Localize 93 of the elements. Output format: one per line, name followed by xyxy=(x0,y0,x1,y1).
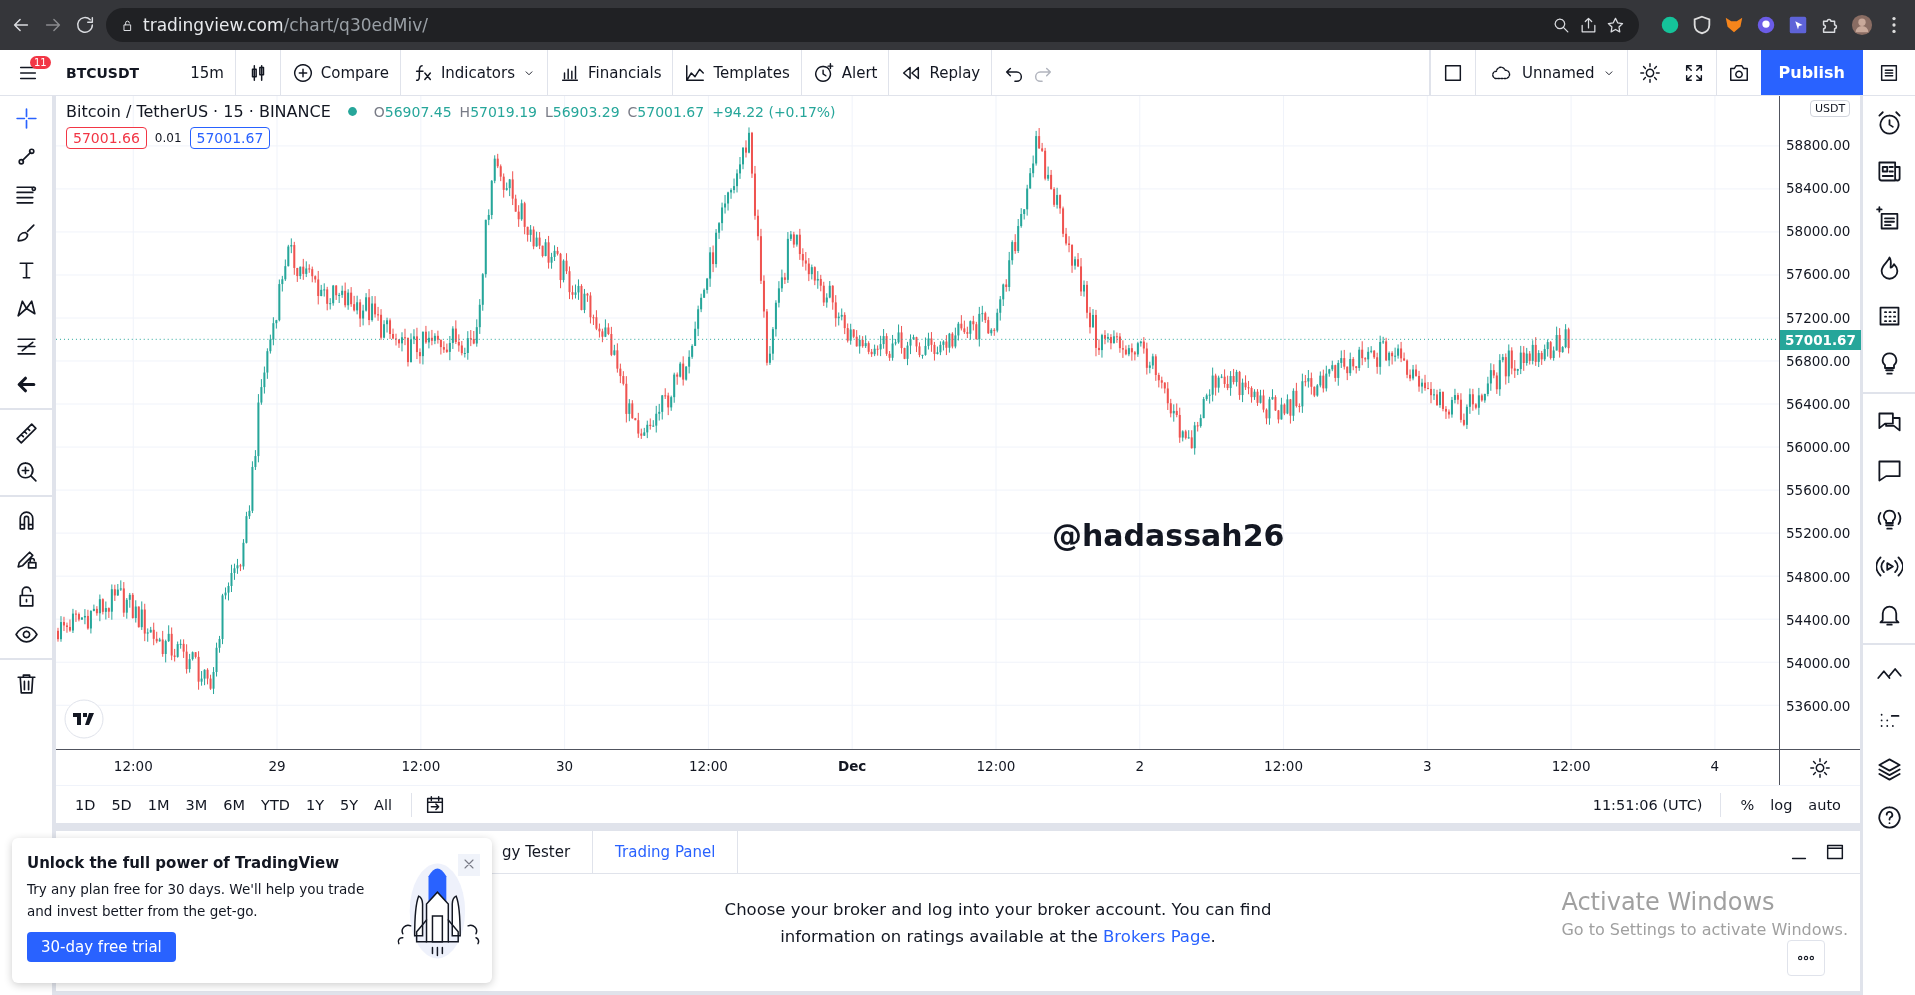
promo-text: Try any plan free for 30 days. We'll help you trade and invest better from the get-go. xyxy=(27,880,366,921)
symbol-title: Bitcoin / TetherUS · 15 · BINANCE xyxy=(66,102,331,121)
price-label: 54800.00 xyxy=(1786,568,1851,585)
price-label: 53600.00 xyxy=(1786,697,1851,714)
range-button[interactable]: 5D xyxy=(104,792,139,817)
promo-title: Unlock the full power of TradingView xyxy=(27,854,340,872)
time-label: 12:00 xyxy=(113,758,153,775)
range-button[interactable]: All xyxy=(367,792,400,817)
replay-button[interactable]: Replay xyxy=(888,50,992,95)
broker-message: Choose your broker and log into your broker account. You can find information on ratings available at the Brokers Page. xyxy=(723,899,1273,948)
price-label: 54400.00 xyxy=(1786,611,1851,628)
close-button[interactable] xyxy=(458,854,480,876)
buy-button[interactable]: 57001.67 xyxy=(189,127,271,149)
notification-badge: 11 xyxy=(30,55,51,69)
avatar-icon[interactable] xyxy=(1851,14,1873,36)
circle-extension-icon[interactable] xyxy=(1659,14,1681,36)
ohlc-value: C57001.67 xyxy=(627,103,705,120)
price-label: 56400.00 xyxy=(1786,395,1851,412)
time-label: 12:00 xyxy=(401,758,441,775)
alert-button[interactable]: Alert xyxy=(800,50,889,95)
scale-option[interactable]: log xyxy=(1763,792,1800,817)
help-icon[interactable] xyxy=(1875,804,1903,831)
url-path: /chart/q30edMiv/ xyxy=(283,15,428,35)
ohlc-value: H57019.19 xyxy=(459,103,537,120)
scale-option[interactable]: auto xyxy=(1801,792,1848,817)
activation-text: Go to Settings to activate Windows. xyxy=(1561,920,1848,939)
financials-button[interactable]: Financials xyxy=(547,50,673,95)
range-button[interactable]: 1D xyxy=(68,792,103,817)
price-label: 58800.00 xyxy=(1786,137,1851,153)
settings-icon[interactable] xyxy=(1638,61,1661,84)
share-icon[interactable] xyxy=(1579,15,1598,35)
time-label: 29 xyxy=(268,758,286,775)
cursor-extension-icon[interactable] xyxy=(1787,14,1809,36)
range-button[interactable]: 6M xyxy=(216,792,253,817)
range-button[interactable]: 1Y xyxy=(298,792,331,817)
ohlc-value: L56903.29 xyxy=(544,103,620,120)
indicators-button[interactable]: Indicators xyxy=(399,50,547,95)
templates-button[interactable]: Templates xyxy=(672,50,801,95)
alarm-clock-plus-icon xyxy=(812,61,835,84)
shield-extension-icon[interactable] xyxy=(1691,14,1713,36)
time-label: 12:00 xyxy=(1551,758,1591,775)
logo-icon[interactable] xyxy=(64,699,104,740)
range-button[interactable]: 3M xyxy=(178,792,215,817)
url-host: tradingview.com xyxy=(143,15,284,35)
price-label: 56800.00 xyxy=(1786,352,1851,369)
price-label: 58400.00 xyxy=(1786,180,1851,197)
scale-option[interactable]: % xyxy=(1733,792,1762,817)
publish-button[interactable]: Publish xyxy=(1760,50,1863,95)
price-label: 58000.00 xyxy=(1786,223,1851,240)
price-label: 57600.00 xyxy=(1786,266,1851,283)
layers-icon[interactable] xyxy=(1875,756,1903,783)
settings-icon[interactable] xyxy=(1809,756,1831,779)
sell-button[interactable]: 57001.66 xyxy=(66,127,147,149)
time-label: 2 xyxy=(1135,758,1145,775)
layout-button[interactable]: Unnamed xyxy=(1475,50,1627,95)
price-label: 55200.00 xyxy=(1786,525,1851,542)
ruler-icon[interactable] xyxy=(13,421,39,446)
time-label: 30 xyxy=(556,758,574,775)
more-icon xyxy=(1796,954,1816,962)
time-label: Dec xyxy=(838,758,867,775)
star-icon[interactable] xyxy=(1606,15,1625,35)
time-label: 12:00 xyxy=(976,758,1016,775)
time-label: 12:00 xyxy=(688,758,728,775)
free-trial-button[interactable]: 30-day free trial xyxy=(27,932,176,962)
price-change: +94.22 (+0.17%) xyxy=(712,103,836,120)
range-button[interactable]: 1M xyxy=(140,792,177,817)
username-watermark: @hadassah26 xyxy=(1052,518,1285,553)
crosshair-icon[interactable] xyxy=(13,106,39,131)
price-label: 56000.00 xyxy=(1786,439,1851,456)
spread-value: 0.01 xyxy=(154,131,182,145)
currency-label[interactable]: USDT xyxy=(1810,100,1851,117)
range-button[interactable]: YTD xyxy=(254,792,297,817)
market-open-icon xyxy=(346,106,358,117)
reload-icon[interactable] xyxy=(74,14,96,36)
alarm-clock-icon[interactable] xyxy=(1875,110,1903,137)
clock-time: 11:51:06 (UTC) xyxy=(1591,796,1704,813)
address-bar[interactable]: tradingview.com/chart/q30edMiv/ xyxy=(106,8,1639,42)
price-label: 55600.00 xyxy=(1786,482,1851,499)
time-label: 3 xyxy=(1423,758,1432,775)
more-button[interactable] xyxy=(1787,940,1825,976)
activation-title: Activate Windows xyxy=(1561,888,1776,916)
ghost-extension-icon[interactable] xyxy=(1755,14,1777,36)
time-label: 12:00 xyxy=(1264,758,1303,775)
range-button[interactable]: 5Y xyxy=(333,792,366,817)
last-price-label: 57001.67 xyxy=(1780,330,1861,350)
compare-button[interactable]: Compare xyxy=(279,50,400,95)
interval-button[interactable]: 15m xyxy=(179,50,235,95)
price-label: 54000.00 xyxy=(1786,654,1851,671)
ohlc-value: O56907.45 xyxy=(373,103,452,120)
time-label: 4 xyxy=(1710,758,1720,775)
price-label: 57200.00 xyxy=(1786,309,1851,326)
symbol-button[interactable]: BTCUSDT xyxy=(55,50,180,95)
brokers-page-link[interactable]: Brokers Page xyxy=(1103,927,1211,946)
